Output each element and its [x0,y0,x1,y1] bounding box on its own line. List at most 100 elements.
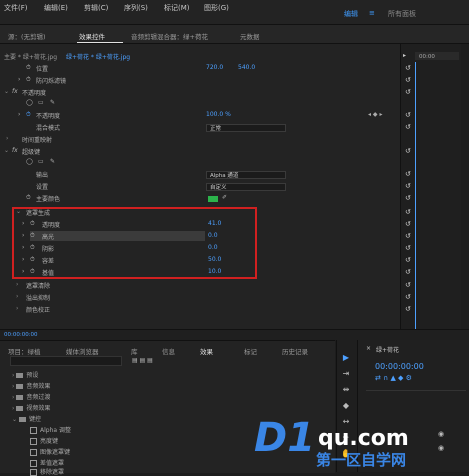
eye-icon[interactable]: ◉ [438,444,444,452]
tree-presets[interactable]: › 预设 [12,370,38,379]
timeline-timecode: 00:00 [419,54,435,60]
tab-effect-controls[interactable]: 效果控件 [79,31,105,41]
keying-item[interactable]: 差值遮罩 [30,458,64,467]
pen-mask-icon[interactable]: ✎ [50,99,55,106]
tab-markers[interactable]: 标记 [244,346,257,356]
reset-icon[interactable]: ↺ [405,76,411,84]
reset-icon[interactable]: ↺ [405,244,411,252]
tab-history[interactable]: 历史记录 [282,346,308,356]
tree-lumetri-presets[interactable]: › 音频效果 [12,381,50,390]
key-color-label: 主要颜色 [36,196,61,203]
output-select[interactable]: Alpha 通道 [206,171,286,179]
tab-info[interactable]: 信息 [162,346,175,356]
expand-icon[interactable]: › [6,135,8,142]
expand-icon[interactable]: › [18,111,20,118]
selection-tool-icon[interactable]: ▶ [340,352,352,364]
tab-project[interactable]: 项目：绿植 [8,346,41,356]
watermark-logo: D1 [254,415,316,461]
snap-icon[interactable]: ⇄ ∩ ▲ ◆ ⚙ [375,374,412,382]
tab-media-browser[interactable]: 媒体浏览器 [66,346,99,356]
reset-icon[interactable]: ↺ [405,88,411,96]
eyedropper-icon[interactable]: ✐ [222,194,227,201]
ellipse-mask-icon[interactable]: ◯ [26,99,33,106]
play-only-icon[interactable]: ▸ [403,52,406,59]
keying-item[interactable]: 亮度键 [30,436,58,445]
menu-sequence[interactable]: 序列(S) [124,3,148,13]
eye-icon[interactable]: ◉ [438,430,444,438]
stopwatch-icon[interactable]: ⏱ [26,64,31,72]
keyframe-nav-icon[interactable]: ◂ ◆ ▸ [368,111,382,118]
reset-icon[interactable]: ↺ [405,281,411,289]
clip-label[interactable]: 绿+荷花 * 绿+荷花.jpg [66,52,130,61]
reset-icon[interactable]: ↺ [405,182,411,190]
position-y[interactable]: 540.0 [238,64,255,71]
rect-mask-icon[interactable]: ▭ [38,99,44,106]
tree-video-effects[interactable]: › 视频效果 [12,403,50,412]
ripple-edit-icon[interactable]: ⇹ [340,384,352,396]
workspace-all-panels[interactable]: 所有面板 [388,9,416,19]
track-select-icon[interactable]: ⇥ [340,368,352,380]
expand-icon[interactable]: › [18,76,20,83]
fx-icon[interactable]: fx [12,147,18,154]
blend-mode-label: 混合模式 [36,125,61,132]
tab-libraries[interactable]: 库 [131,346,138,356]
reset-icon[interactable]: ↺ [405,220,411,228]
opacity-value-row: › ⏱ 不透明度 100.0 % ◂ ◆ ▸ ↺ [0,111,411,123]
color-correction-row: › 颜色校正 ↺ [0,305,411,317]
menu-marker[interactable]: 标记(M) [164,3,190,13]
tab-effects[interactable]: 效果 [200,346,213,356]
collapse-icon[interactable]: ⌄ [4,147,9,154]
keying-item[interactable]: 图像遮罩键 [30,447,70,456]
sequence-timecode[interactable]: 00:00:00:00 [375,362,424,371]
razor-tool-icon[interactable]: ◆ [340,400,352,412]
reset-icon[interactable]: ↺ [405,194,411,202]
stopwatch-icon[interactable]: ⏱ [26,76,31,84]
reset-icon[interactable]: ↺ [405,256,411,264]
reset-icon[interactable]: ↺ [405,293,411,301]
reset-icon[interactable]: ↺ [405,305,411,313]
tree-audio-effects[interactable]: › 音频过渡 [12,392,50,401]
position-x[interactable]: 720.0 [206,64,223,71]
stopwatch-icon[interactable]: ⏱ [26,111,31,119]
stopwatch-icon[interactable]: ⏱ [26,194,31,202]
playhead[interactable] [415,62,416,329]
expand-icon[interactable]: › [16,305,18,312]
accelerated-effects-icon[interactable]: ▤ ▤ ▤ [132,357,153,364]
opacity-value[interactable]: 100.0 % [206,111,231,118]
sequence-name[interactable]: 绿+荷花 [376,345,399,354]
workspace-menu-icon[interactable]: ≡ [369,9,375,17]
close-icon[interactable]: × [366,345,371,352]
reset-icon[interactable]: ↺ [405,232,411,240]
reset-icon[interactable]: ↺ [405,111,411,119]
reset-icon[interactable]: ↺ [405,64,411,72]
fx-icon[interactable]: fx [12,88,18,95]
tab-audio-mixer[interactable]: 音频剪辑混合器：绿+荷花 [131,31,208,41]
reset-icon[interactable]: ↺ [405,123,411,131]
menu-file[interactable]: 文件(F) [4,3,28,13]
spill-label: 溢出抑制 [26,295,51,302]
menu-graphics[interactable]: 图形(G) [204,3,229,13]
blend-mode-select[interactable]: 正常 [206,124,286,132]
current-timecode[interactable]: 00:00:00:00 [4,332,38,338]
rect-mask-icon[interactable]: ▭ [38,158,44,165]
reset-icon[interactable]: ↺ [405,268,411,276]
tree-keying[interactable]: ⌄ 键控 [12,414,41,423]
ellipse-mask-icon[interactable]: ◯ [26,158,33,165]
menu-clip[interactable]: 剪辑(C) [84,3,108,13]
expand-icon[interactable]: › [16,293,18,300]
tab-metadata[interactable]: 元数据 [240,31,260,41]
expand-icon[interactable]: › [16,281,18,288]
pen-mask-icon[interactable]: ✎ [50,158,55,165]
key-color-swatch[interactable] [208,196,218,202]
reset-icon[interactable]: ↺ [405,170,411,178]
keying-item[interactable]: Alpha 调整 [30,425,71,434]
workspace-edit[interactable]: 编辑 [344,9,358,19]
setting-select[interactable]: 自定义 [206,183,286,191]
reset-icon[interactable]: ↺ [405,147,411,155]
tab-source[interactable]: 源：(无剪辑) [8,31,46,41]
effects-search-input[interactable] [10,356,122,366]
reset-icon[interactable]: ↺ [405,208,411,216]
time-remap-row: › 时间重映射 [0,135,400,147]
collapse-icon[interactable]: ⌄ [4,88,9,95]
menu-edit[interactable]: 编辑(E) [44,3,68,13]
